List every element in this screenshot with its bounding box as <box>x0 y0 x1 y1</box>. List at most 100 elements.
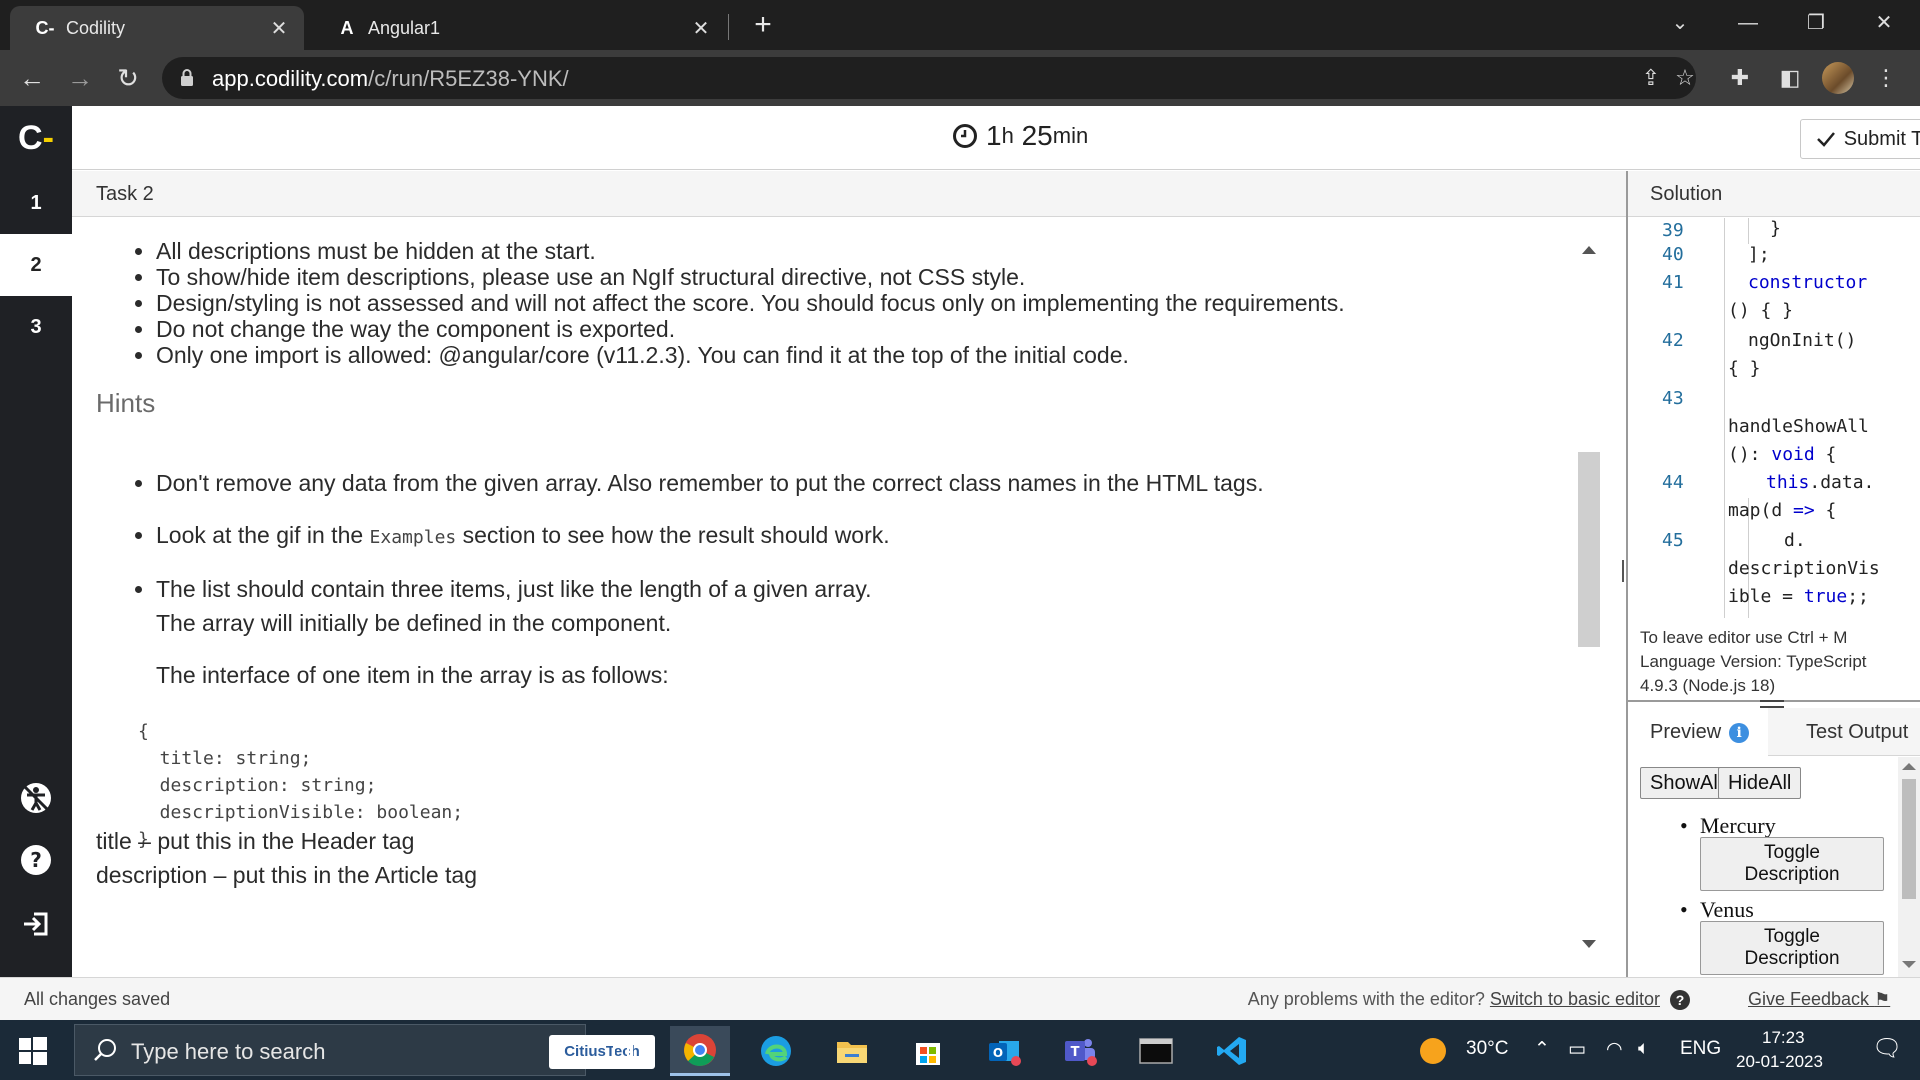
accessibility-icon[interactable] <box>18 780 54 816</box>
windows-taskbar: Type here to search CitiusTech O T 30°C … <box>0 1020 1920 1080</box>
preview-scrollbar[interactable] <box>1898 757 1920 977</box>
lock-icon <box>181 69 193 86</box>
scroll-up-icon[interactable] <box>1902 763 1916 770</box>
wifi-icon[interactable]: ◠ <box>1606 1038 1623 1061</box>
editor-footer: To leave editor use Ctrl + M Language Ve… <box>1628 618 1920 700</box>
list-item: Look at the gif in the Examples section … <box>156 522 890 549</box>
svg-text:?: ? <box>30 848 42 872</box>
hints-list: The list should contain three items, jus… <box>132 576 872 603</box>
hide-all-button[interactable]: HideAll <box>1718 767 1802 799</box>
windows-start-icon[interactable] <box>18 1036 48 1066</box>
app-header: 1h 25min Submit Task <box>72 106 1920 170</box>
code-line: () { } <box>1728 300 1794 321</box>
toggle-description-button[interactable]: Toggle Description <box>1700 837 1884 891</box>
address-bar[interactable]: app.codility.com/c/run/R5EZ38-YNK/ ⇪ ☆ <box>162 57 1696 99</box>
minimize-icon[interactable]: — <box>1728 8 1768 38</box>
tab-test-output[interactable]: Test Output <box>1806 708 1920 756</box>
switch-basic-editor-link[interactable]: Switch to basic editor <box>1490 989 1660 1009</box>
tab-codility[interactable]: C- Codility ✕ <box>10 6 304 50</box>
tab-preview[interactable]: Preview i <box>1628 708 1768 756</box>
close-window-icon[interactable]: ✕ <box>1864 8 1904 38</box>
tab-title: Angular1 <box>368 17 441 38</box>
preview-pane: ShowAll HideAll Mercury ToggleDescriptio… <box>1628 757 1920 977</box>
task-nav-3[interactable]: 3 <box>0 296 72 358</box>
info-icon[interactable]: i <box>1729 722 1750 743</box>
share-icon[interactable]: ⇪ <box>1636 63 1666 93</box>
volume-icon[interactable]: 🔈︎ <box>1638 1038 1649 1060</box>
list-item: Design/styling is not assessed and will … <box>156 290 1345 316</box>
tray-overflow-chevron-icon[interactable]: ⌃ <box>1534 1038 1550 1061</box>
task-view-icon[interactable] <box>594 1026 654 1076</box>
codility-favicon: C- <box>35 17 55 38</box>
browser-menu-icon[interactable]: ⋮ <box>1868 60 1904 96</box>
chrome-icon[interactable] <box>670 1026 730 1076</box>
code-line: d. <box>1784 530 1806 551</box>
side-panel-icon[interactable]: ◧ <box>1772 60 1808 96</box>
line-number: 42 <box>1662 330 1684 351</box>
status-bar: All changes saved Any problems with the … <box>0 977 1920 1020</box>
scroll-down-icon[interactable] <box>1902 961 1916 968</box>
scroll-down-icon[interactable] <box>1582 940 1596 948</box>
scrollbar-thumb[interactable] <box>1902 779 1916 899</box>
help-icon[interactable]: ? <box>18 842 54 878</box>
line-number: 39 <box>1662 220 1684 241</box>
help-icon[interactable]: ? <box>1670 990 1690 1011</box>
resize-handle-icon[interactable] <box>1760 700 1784 708</box>
forward-icon[interactable]: → <box>62 60 98 96</box>
task-nav-2[interactable]: 2 <box>0 234 72 296</box>
toggle-description-button[interactable]: Toggle Description <box>1700 921 1884 975</box>
reload-icon[interactable]: ↻ <box>110 60 146 96</box>
code-line: this.data. <box>1766 472 1875 493</box>
code-line: ible = true;; <box>1728 586 1869 607</box>
flag-icon: ⚑ <box>1874 989 1891 1009</box>
search-placeholder: Type here to search <box>131 1039 326 1064</box>
temperature[interactable]: 30°C <box>1466 1038 1508 1060</box>
indent-guide <box>1748 218 1749 244</box>
microsoft-store-icon[interactable] <box>898 1026 958 1076</box>
back-icon[interactable]: ← <box>14 60 50 96</box>
input-language[interactable]: ENG <box>1680 1038 1721 1060</box>
notification-icon[interactable]: 🗨︎ <box>1872 1034 1902 1063</box>
scroll-up-icon[interactable] <box>1582 246 1596 254</box>
profile-avatar[interactable] <box>1822 62 1854 94</box>
preview-tabs: Preview i Test Output <box>1628 708 1920 756</box>
task-nav-1[interactable]: 1 <box>0 172 72 234</box>
bookmark-star-icon[interactable]: ☆ <box>1670 63 1700 93</box>
clock-time[interactable]: 17:23 <box>1762 1028 1805 1048</box>
taskbar-search[interactable]: Type here to search CitiusTech <box>74 1024 655 1076</box>
code-line: ngOnInit() <box>1748 330 1857 351</box>
restore-icon[interactable]: ❐ <box>1796 8 1836 38</box>
edge-icon[interactable] <box>746 1026 806 1076</box>
task-description[interactable]: All descriptions must be hidden at the s… <box>72 218 1626 976</box>
solution-panel-header: Solution <box>1628 171 1920 217</box>
teams-icon[interactable]: T <box>1050 1026 1110 1076</box>
submit-task-button[interactable]: Submit Task <box>1800 119 1920 159</box>
code-line: (): void { <box>1728 444 1837 465</box>
logout-icon[interactable] <box>18 906 54 942</box>
editor-preview-splitter[interactable] <box>1628 700 1920 708</box>
new-tab-icon[interactable]: + <box>748 8 778 42</box>
list-item: The list should contain three items, jus… <box>156 576 872 603</box>
outlook-icon[interactable]: O <box>974 1026 1034 1076</box>
code-editor[interactable]: 39 40 41 42 43 44 45 } ]; constructor ()… <box>1628 218 1920 618</box>
close-tab-icon[interactable]: ✕ <box>690 16 712 41</box>
hints-heading: Hints <box>96 388 156 418</box>
clock-date[interactable]: 20-01-2023 <box>1736 1052 1823 1072</box>
browser-toolbar: ← → ↻ app.codility.com/c/run/R5EZ38-YNK/… <box>0 50 1920 106</box>
battery-icon[interactable]: ▭ <box>1568 1038 1586 1061</box>
code-line: handleShowAll <box>1728 416 1869 437</box>
terminal-icon[interactable] <box>1126 1026 1186 1076</box>
clock-icon <box>953 124 977 148</box>
tab-search-chevron-icon[interactable]: ⌄ <box>1660 8 1700 38</box>
vscode-icon[interactable] <box>1202 1026 1262 1076</box>
task-scrollbar[interactable] <box>1578 242 1600 954</box>
language-version-detail: 4.9.3 (Node.js 18) <box>1640 676 1776 695</box>
give-feedback-link[interactable]: Give Feedback ⚑ <box>1748 989 1890 1010</box>
file-explorer-icon[interactable] <box>822 1026 882 1076</box>
tab-angular1[interactable]: A Angular1 ✕ <box>312 6 726 50</box>
scrollbar-thumb[interactable] <box>1578 452 1600 647</box>
line-number: 41 <box>1662 272 1684 293</box>
url-text: app.codility.com/c/run/R5EZ38-YNK/ <box>212 66 569 91</box>
extensions-icon[interactable]: ✚ <box>1722 60 1758 96</box>
close-tab-icon[interactable]: ✕ <box>268 16 290 41</box>
